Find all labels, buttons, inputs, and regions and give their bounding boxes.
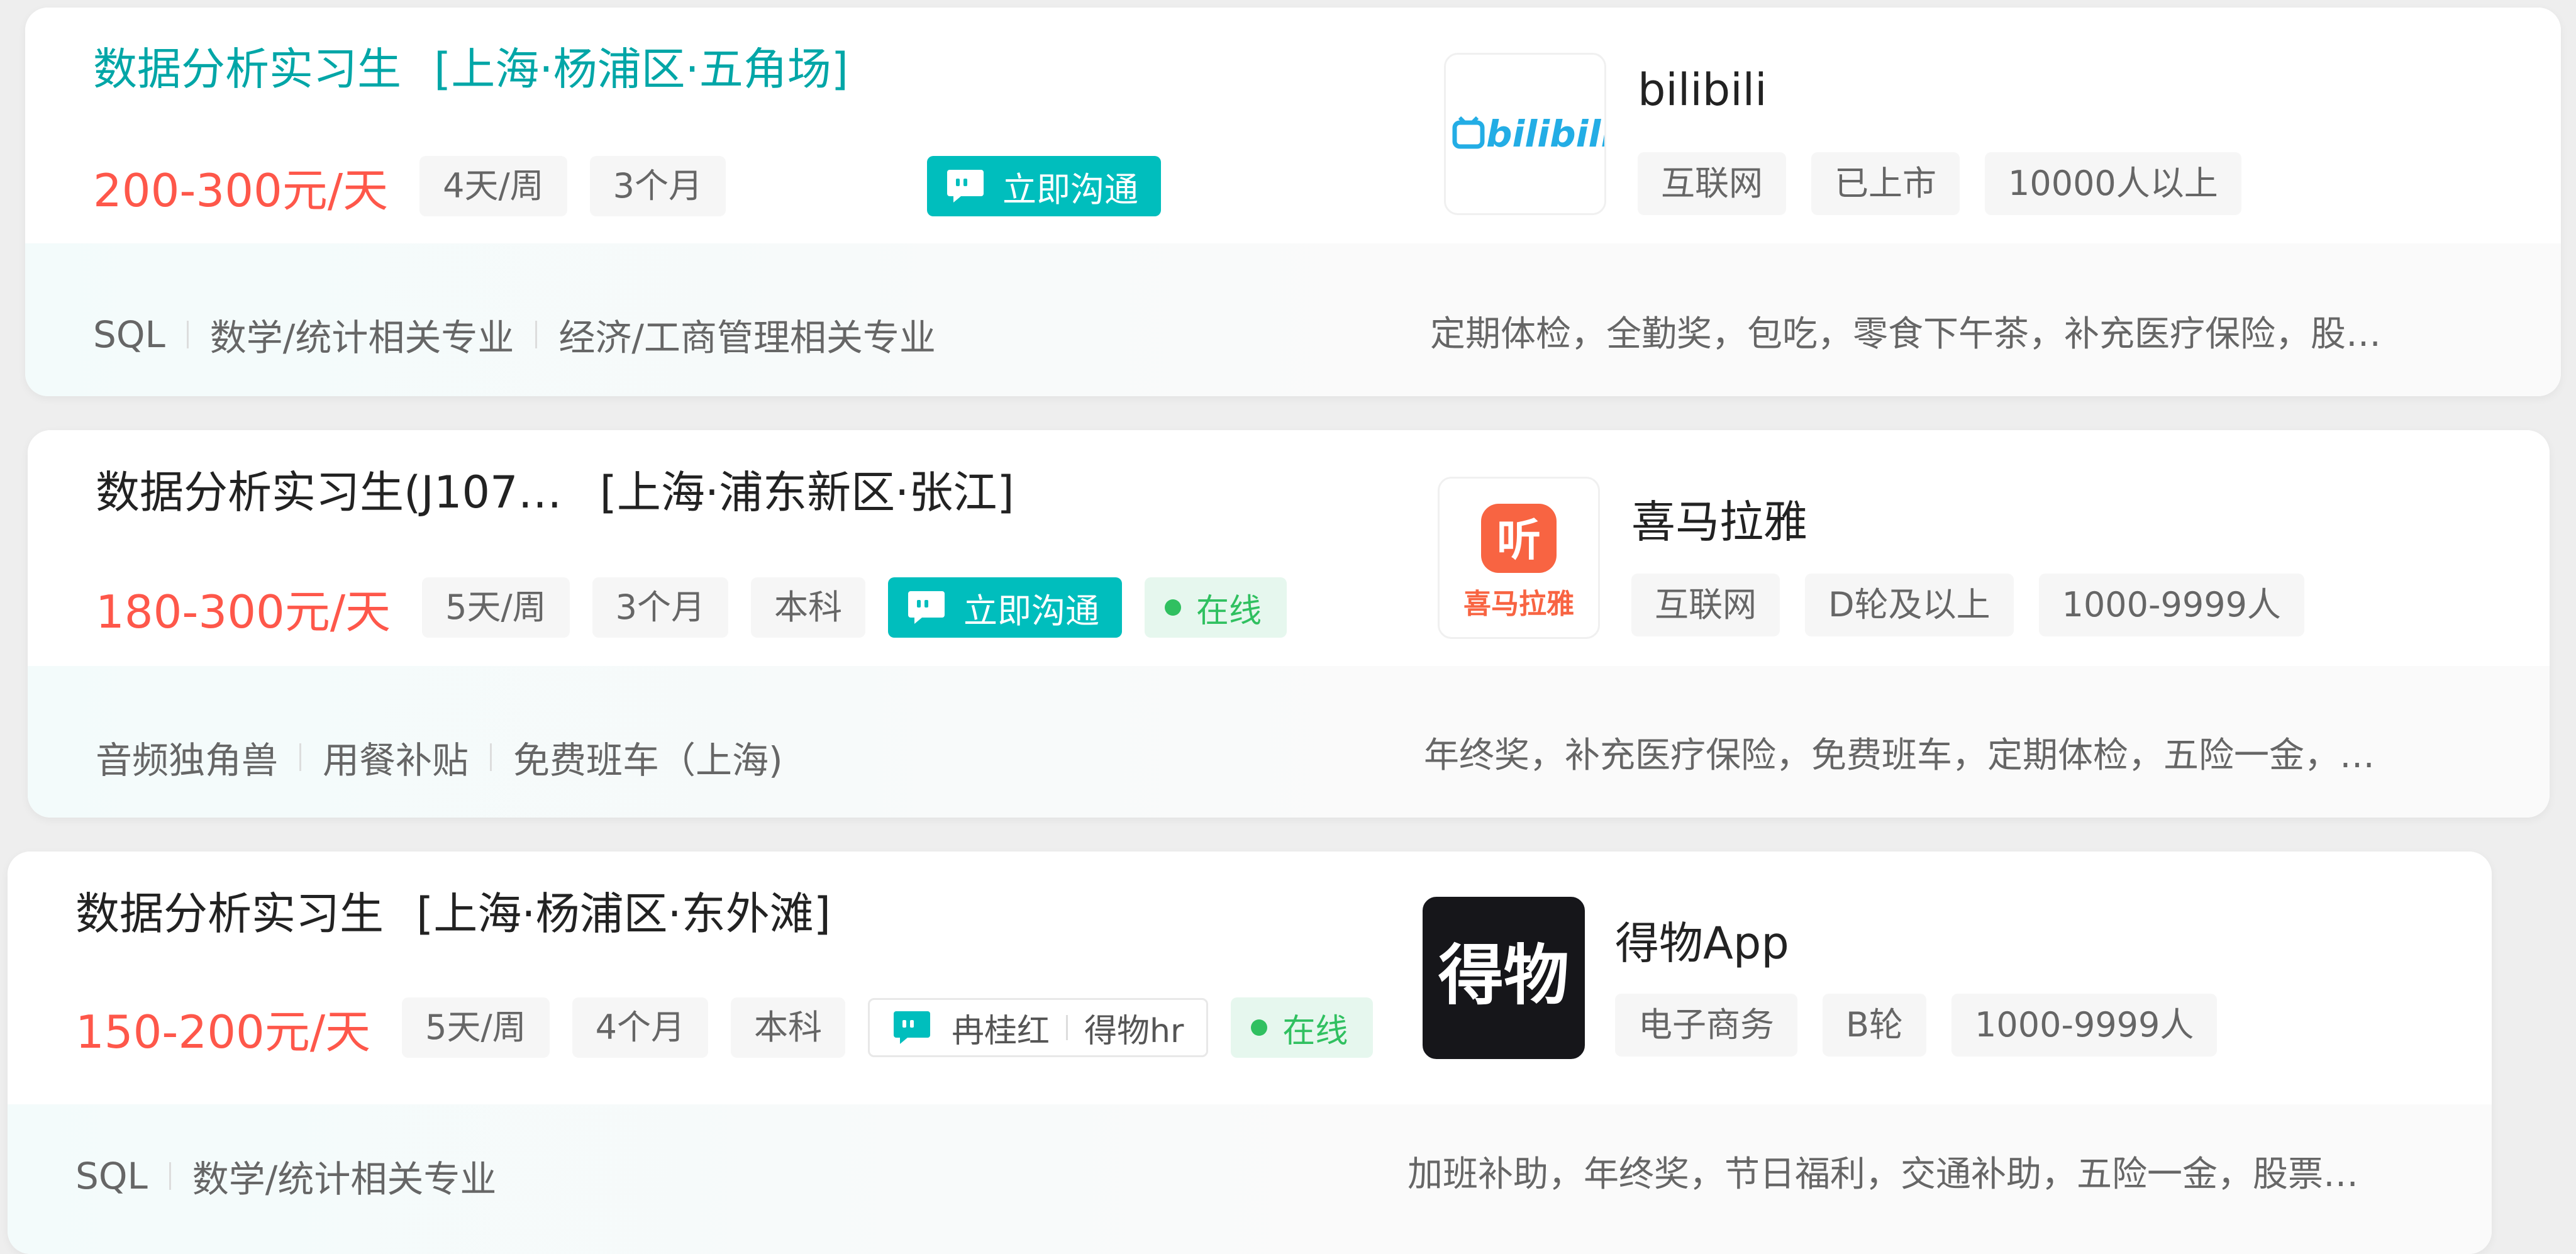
recruiter-title: 得物hr [1084,1012,1184,1050]
dewu-logo-icon: 得物 [1438,937,1569,1014]
recruiter-chat-button[interactable]: 冉桂红 得物hr [868,998,1209,1057]
logo-text-top: 听 [1497,514,1541,566]
divider [186,321,189,348]
skill-tag: 用餐补贴 [323,739,469,782]
skill-tags: SQL 数学/统计相关专业 经济/工商管理相关专业 [93,308,936,361]
job-title-text[interactable]: 数据分析实习生 [75,888,384,940]
company-tag: 已上市 [1811,152,1960,215]
job-tag: 本科 [751,577,866,638]
skill-tags: SQL 数学/统计相关专业 [75,1150,496,1202]
skill-tag: 数学/统计相关专业 [209,316,514,359]
company-tag: B轮 [1823,994,1927,1057]
divider [535,321,538,348]
job-tag: 4天/周 [419,156,567,216]
job-tag: 3个月 [589,156,726,216]
company-tags: 互联网 已上市 10000人以上 [1638,152,2267,215]
salary: 150-200元/天 [75,1005,371,1058]
online-label: 在线 [1282,1012,1348,1050]
company-tags: 电子商务 B轮 1000-9999人 [1615,994,2242,1057]
online-status-badge: 在线 [1231,997,1374,1058]
benefits: 定期体检，全勤奖，包吃，零食下午茶，补充医疗保险，股… [1430,314,2381,355]
job-tag: 4个月 [572,997,709,1058]
job-location: [上海·浦东新区·张江] [599,467,1014,518]
salary: 180-300元/天 [96,585,391,638]
company-tag: 互联网 [1631,574,1780,636]
company-tags: 互联网 D轮及以上 1000-9999人 [1631,574,2329,636]
skill-tag: 免费班车（上海) [513,739,783,782]
chat-icon [907,590,946,625]
recruiter-name: 冉桂红 [952,1012,1050,1050]
skill-tag: 经济/工商管理相关专业 [558,316,936,359]
job-title[interactable]: 数据分析实习生 [上海·杨浦区·五角场] [93,41,848,97]
company-tag: 1000-9999人 [1951,994,2218,1057]
company-name[interactable]: 得物App [1615,908,1789,972]
company-name[interactable]: bilibili [1638,64,1767,116]
job-location: [上海·杨浦区·五角场] [434,43,849,95]
job-card[interactable]: 数据分析实习生(J107… [上海·浦东新区·张江] 180-300元/天 5天/… [28,430,2550,818]
job-tag: 本科 [731,997,846,1058]
company-name[interactable]: 喜马拉雅 [1631,487,1807,550]
job-title[interactable]: 数据分析实习生 [上海·杨浦区·东外滩] [75,885,831,942]
benefits: 年终奖，补充医疗保险，免费班车，定期体检，五险一金，… [1424,735,2375,776]
chat-now-button[interactable]: 立即沟通 [927,156,1162,216]
company-logo[interactable]: 得物 [1423,897,1585,1059]
job-location: [上海·杨浦区·东外滩] [416,888,831,940]
job-title-text[interactable]: 数据分析实习生 [93,43,401,95]
online-label: 在线 [1196,592,1262,630]
company-logo[interactable]: 听 喜马拉雅 [1438,477,1600,639]
job-card[interactable]: 数据分析实习生 [上海·杨浦区·东外滩] 150-200元/天 5天/周 4个月 … [8,852,2492,1254]
chat-now-label: 立即沟通 [963,591,1100,631]
company-tag: 互联网 [1638,152,1786,215]
job-info-row: 150-200元/天 5天/周 4个月 本科 冉桂红 得物hr 在线 [75,997,1374,1058]
divider [299,743,302,771]
skill-tag: SQL [75,1155,148,1197]
chat-now-button[interactable]: 立即沟通 [888,577,1123,638]
company-logo[interactable]: bilibili [1444,53,1606,215]
online-dot-icon [1165,599,1182,616]
job-title[interactable]: 数据分析实习生(J107… [上海·浦东新区·张江] [96,464,1014,521]
job-info-row: 180-300元/天 5天/周 3个月 本科 立即沟通 在线 [96,577,1287,638]
job-title-text[interactable]: 数据分析实习生(J107… [96,467,562,518]
job-tag: 5天/周 [402,997,550,1058]
online-dot-icon [1251,1019,1268,1036]
logo-text-bottom: 喜马拉雅 [1463,588,1574,620]
bilibili-logo-icon: bilibili [1452,113,1604,155]
ximalaya-logo-icon: 听 喜马拉雅 [1463,504,1574,620]
company-tag: D轮及以上 [1805,574,2014,636]
job-tag: 5天/周 [422,577,570,638]
chat-icon [892,1010,931,1045]
job-info-row: 200-300元/天 4天/周 3个月 立即沟通 [93,156,1162,217]
divider [490,743,492,771]
job-tag: 3个月 [592,577,729,638]
company-tag: 1000-9999人 [2038,574,2304,636]
chat-icon [946,169,985,204]
chat-now-label: 立即沟通 [1002,169,1139,209]
benefits: 加班补助，年终奖，节日福利，交通补助，五险一金，股票… [1407,1154,2358,1195]
logo-text: 得物 [1438,937,1569,1014]
skill-tag: 音频独角兽 [96,739,279,782]
company-tag: 10000人以上 [1985,152,2241,215]
skill-tags: 音频独角兽 用餐补贴 免费班车（上海) [96,731,783,784]
skill-tag: SQL [93,313,165,356]
online-status-badge: 在线 [1145,577,1287,638]
job-card[interactable]: 数据分析实习生 [上海·杨浦区·五角场] 200-300元/天 4天/周 3个月 … [25,8,2561,396]
skill-tag: 数学/统计相关专业 [192,1158,497,1201]
logo-text: bilibili [1486,113,1604,155]
divider [1066,1015,1069,1040]
salary: 200-300元/天 [93,164,389,217]
divider [169,1162,171,1190]
company-tag: 电子商务 [1615,994,1797,1057]
